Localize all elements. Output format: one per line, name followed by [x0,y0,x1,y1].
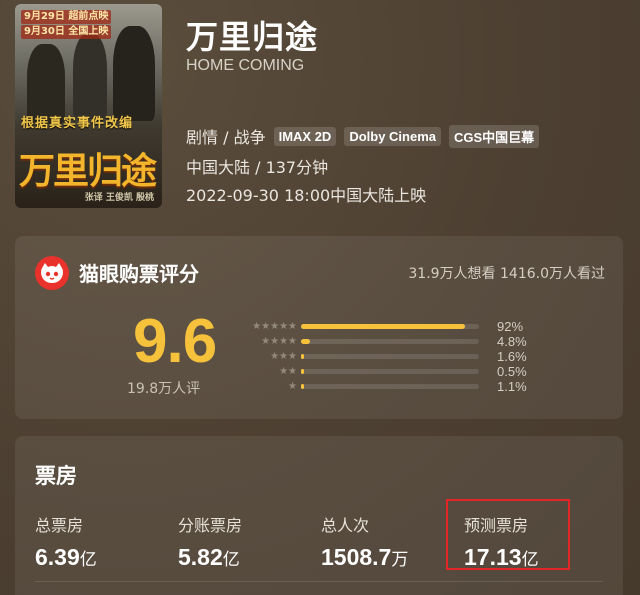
distribution-track [301,384,479,389]
poster-figure [113,26,155,121]
distribution-percent: 4.8% [497,334,527,349]
movie-english-title: HOME COMING [186,57,305,74]
box-office-title: 票房 [35,464,77,488]
star-rating-icons: ★★★ [270,351,297,362]
movie-release-date: 2022-09-30 18:00中国大陆上映 [186,186,427,205]
distribution-track [301,369,479,374]
stat-total-admissions: 总人次 1508.7万 [321,512,408,571]
distribution-percent: 1.6% [497,349,527,364]
poster-figure [73,34,107,119]
stat-value: 1508.7万 [321,544,408,571]
rating-distribution-row: ★★★★ 4.8% [233,334,613,349]
rating-card: 猫眼购票评分 31.9万人想看 1416.0万人看过 9.6 19.8万人评 ★… [15,236,623,419]
stat-label: 分账票房 [178,516,243,535]
rating-distribution-row: ★★ 0.5% [233,364,613,379]
star-rating-icons: ★★★★ [261,336,297,347]
predicted-box-office-highlight [446,499,570,570]
stat-number: 6.39 [35,544,80,570]
format-chip-imax: IMAX 2D [273,126,337,146]
stat-unit: 亿 [79,550,97,570]
rating-distribution-row: ★ 1.1% [233,379,613,394]
distribution-fill [301,354,304,359]
rating-distribution-row: ★★★ 1.6% [233,349,613,364]
distribution-fill [301,369,304,374]
poster-credits: 张译 王俊凯 殷桃 [84,193,154,203]
poster-preview-line2: 9月30日 全国上映 [21,25,112,39]
star-rating-icons: ★★★★★ [252,321,297,332]
cat-face-icon [35,256,69,290]
poster-subtitle: 根据真实事件改编 [21,116,134,131]
distribution-fill [301,324,465,329]
stat-number: 5.82 [178,544,223,570]
stat-total-box-office: 总票房 6.39亿 [35,512,97,571]
stat-label: 总票房 [35,516,84,535]
distribution-fill [301,339,310,344]
distribution-percent: 92% [497,319,524,334]
distribution-percent: 0.5% [497,364,527,379]
poster-logo-text: 万里归途 [19,150,157,192]
distribution-track [301,354,479,359]
rating-score: 9.6 [133,307,217,376]
rating-title: 猫眼购票评分 [79,262,199,286]
distribution-track [301,339,479,344]
box-office-card: 票房 总票房 6.39亿 分账票房 5.82亿 总人次 1508.7万 预测票房… [15,436,623,595]
format-chip-cgs: CGS中国巨幕 [449,124,540,148]
rating-count: 19.8万人评 [127,381,201,397]
stat-unit: 亿 [222,550,240,570]
want-watch-stats: 31.9万人想看 1416.0万人看过 [408,266,605,282]
format-chip-dolby: Dolby Cinema [344,126,441,146]
divider [35,581,603,582]
stat-unit: 万 [391,550,409,570]
movie-genre: 剧情 / 战争 [186,128,266,147]
stat-value: 6.39亿 [35,544,97,571]
star-rating-icons: ★★ [279,366,297,377]
star-rating-icons: ★ [288,381,297,392]
stat-split-box-office: 分账票房 5.82亿 [178,512,242,571]
movie-title: 万里归途 [186,18,319,56]
stat-number: 1508.7 [321,544,392,570]
distribution-fill [301,384,304,389]
genre-format-row: 剧情 / 战争 IMAX 2D Dolby Cinema CGS中国巨幕 [186,124,540,148]
stat-label: 总人次 [321,516,370,535]
movie-region-duration: 中国大陆 / 137分钟 [186,158,329,177]
rating-distribution-row: ★★★★★ 92% [233,319,613,334]
stat-value: 5.82亿 [178,544,242,571]
distribution-percent: 1.1% [497,379,527,394]
movie-poster[interactable]: 9月29日 超前点映 9月30日 全国上映 根据真实事件改编 万里归途 张译 王… [15,4,162,208]
poster-preview-line1: 9月29日 超前点映 [21,10,112,24]
distribution-track [301,324,479,329]
